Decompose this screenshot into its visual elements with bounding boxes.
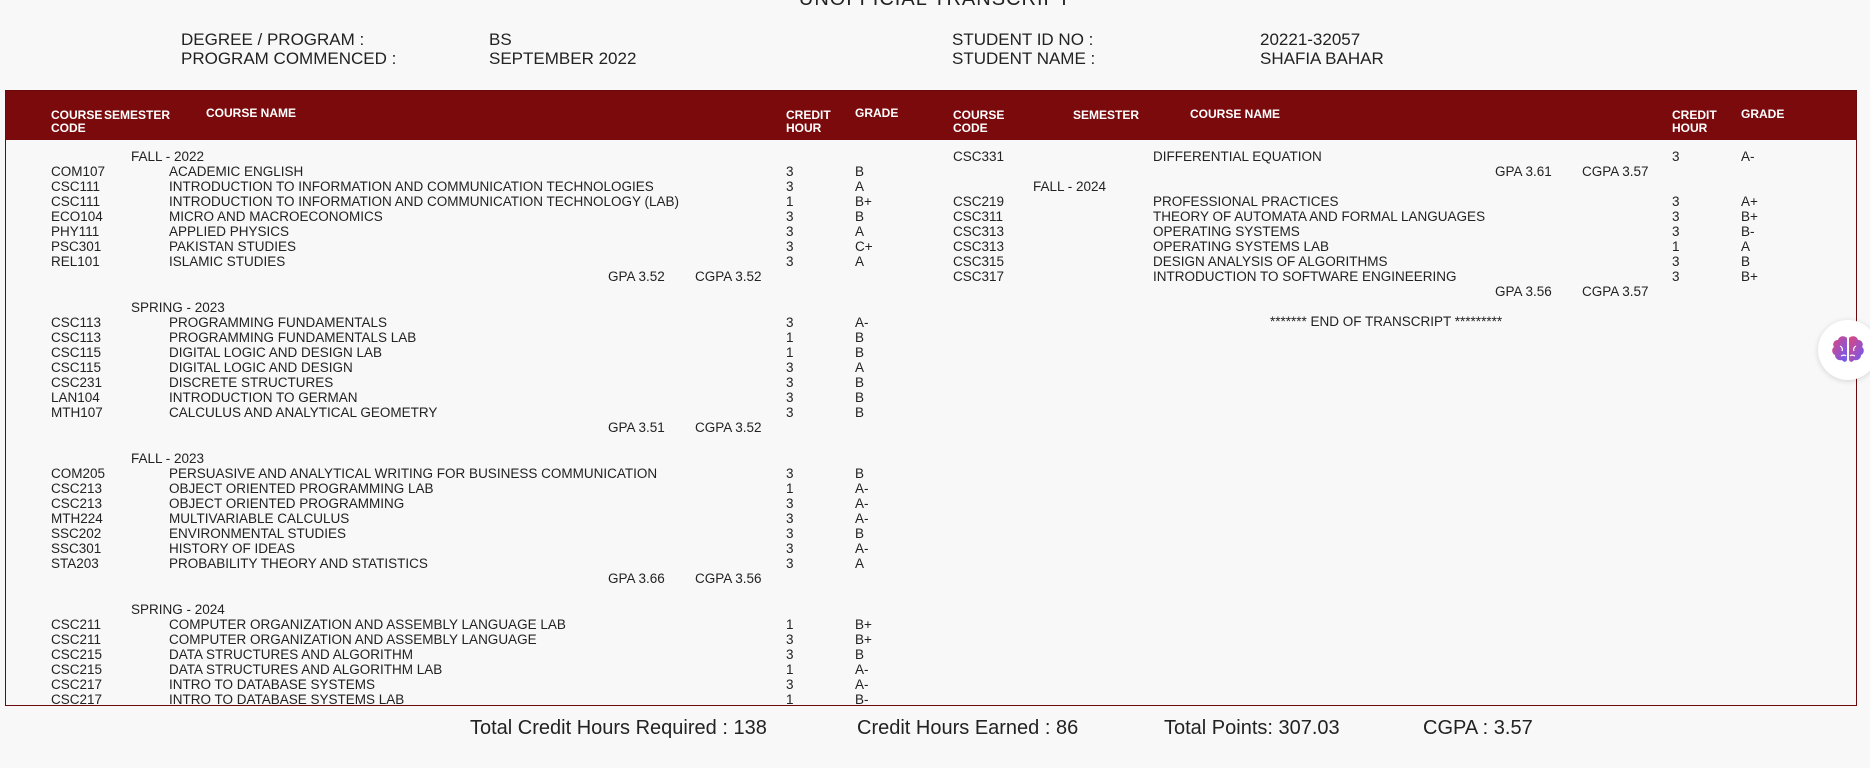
term-gpa-row: GPA 3.56 CGPA 3.57 [908,284,1788,299]
student-id-label: STUDENT ID NO : [952,30,1094,49]
table-row: CSC331 DIFFERENTIAL EQUATION 3 A- [953,149,1755,164]
degree-value: BS [489,30,512,49]
gpa-value: GPA 3.66 [608,571,665,586]
table-row: CSC217 INTRO TO DATABASE SYSTEMS 3 A- [51,677,869,692]
col-semester: SEMESTER [104,108,171,122]
table-row: CSC317 INTRODUCTION TO SOFTWARE ENGINEERI… [953,269,1758,284]
brain-icon [1832,336,1864,362]
table-header-band: COURSE CODE SEMESTER COURSE NAME CREDIT HO… [6,91,1856,140]
student-name-value: SHAFIA BAHAR [1260,49,1384,68]
table-row: COM205 PERSUASIVE AND ANALYTICAL WRITING … [51,466,865,481]
col-credit-hour-right: CREDIT HOUR [1672,108,1717,135]
commenced-value: SEPTEMBER 2022 [489,49,637,68]
degree-label: DEGREE / PROGRAM : [181,30,365,49]
student-id-value: 20221-32057 [1260,30,1361,49]
table-row: PHY111 APPLIED PHYSICS 3 A [51,224,865,239]
gpa-value: GPA 3.52 [608,269,665,284]
overall-cgpa: CGPA : 3.57 [1423,717,1533,739]
col-course-name-right: COURSE NAME [1190,107,1281,121]
table-row: CSC113 PROGRAMMING FUNDAMENTALS 3 A- [51,315,869,330]
table-row: CSC213 OBJECT ORIENTED PROGRAMMING 3 A- [51,496,869,511]
table-row: CSC115 DIGITAL LOGIC AND DESIGN 3 A [51,360,865,375]
col-course-name: COURSE NAME [206,106,297,120]
table-row: CSC219 PROFESSIONAL PRACTICES 3 A+ [953,194,1758,209]
transcript-table: COURSE CODE SEMESTER COURSE NAME CREDIT HO… [5,90,1857,707]
table-row: CSC217 INTRO TO DATABASE SYSTEMS LAB 1 B- [51,692,869,707]
col-course-code-right: COURSE CODE [953,108,1005,135]
table-row: LAN104 INTRODUCTION TO GERMAN 3 B [51,390,865,405]
table-row: STA203 PROBABILITY THEORY AND STATISTICS 3… [51,556,865,571]
table-row: CSC215 DATA STRUCTURES AND ALGORITHM 3 B [51,647,865,662]
table-row: CSC313 OPERATING SYSTEMS 3 B- [953,224,1755,239]
cgpa-value: CGPA 3.52 [695,269,762,284]
credit-hours-earned: Credit Hours Earned : 86 [857,717,1079,739]
table-row: MTH107 CALCULUS AND ANALYTICAL GEOMETRY 3 B [51,405,865,420]
term-heading: FALL - 2022 [131,149,205,164]
col-credit-hour: CREDIT HOUR [786,108,831,135]
table-row: PSC301 PAKISTAN STUDIES 3 C+ [51,239,873,254]
total-points: Total Points: 307.03 [1164,717,1340,739]
table-row: CSC111 INTRODUCTION TO INFORMATION AND CO… [51,179,865,194]
term-heading: SPRING - 2024 [131,602,225,617]
gpa-value: GPA 3.61 [1495,164,1552,179]
left-column: FALL - 2022 COM107 ACADEMIC ENGLISH 3 B CSC… [6,149,886,707]
table-row: MTH224 MULTIVARIABLE CALCULUS 3 A- [51,511,869,526]
table-row: CSC115 DIGITAL LOGIC AND DESIGN LAB 1 B [51,345,865,360]
commenced-label: PROGRAM COMMENCED : [181,49,397,68]
end-of-transcript: ******* END OF TRANSCRIPT ********* [1270,314,1503,329]
table-row: CSC213 OBJECT ORIENTED PROGRAMMING LAB 1 A- [51,481,869,496]
term-gpa-row: GPA 3.52 CGPA 3.52 [6,269,886,284]
col-semester-right: SEMESTER [1073,108,1140,122]
cgpa-value: CGPA 3.56 [695,571,762,586]
term-gpa-row: GPA 3.66 CGPA 3.56 [6,571,886,586]
table-row: CSC313 OPERATING SYSTEMS LAB 1 A [953,239,1751,254]
gpa-value: GPA 3.51 [608,420,665,435]
table-row: ECO104 MICRO AND MACROECONOMICS 3 B [51,209,865,224]
table-row: CSC211 COMPUTER ORGANIZATION AND ASSEMBLY… [51,617,872,632]
table-row: COM107 ACADEMIC ENGLISH 3 B [51,164,865,179]
table-row: CSC113 PROGRAMMING FUNDAMENTALS LAB 1 B [51,330,865,345]
table-row: CSC231 DISCRETE STRUCTURES 3 B [51,375,865,390]
right-column: CSC331 DIFFERENTIAL EQUATION 3 A- GPA 3.61 C… [908,149,1788,329]
term-heading: FALL - 2024 [1033,179,1107,194]
col-grade-right: GRADE [1741,107,1785,121]
term-heading: SPRING - 2023 [131,300,225,315]
cgpa-value: CGPA 3.57 [1582,164,1649,179]
col-course-code: COURSE CODE [51,108,103,135]
table-row: SSC202 ENVIRONMENTAL STUDIES 3 B [51,526,865,541]
gpa-value: GPA 3.56 [1495,284,1552,299]
total-credit-hours-required: Total Credit Hours Required : 138 [470,717,767,739]
table-row: SSC301 HISTORY OF IDEAS 3 A- [51,541,869,556]
cgpa-value: CGPA 3.52 [695,420,762,435]
table-row: CSC315 DESIGN ANALYSIS OF ALGORITHMS 3 B [953,254,1751,269]
col-grade: GRADE [855,106,899,120]
term-heading: FALL - 2023 [131,451,205,466]
table-row: REL101 ISLAMIC STUDIES 3 A [51,254,865,269]
table-row: CSC311 THEORY OF AUTOMATA AND FORMAL LANG… [953,209,1758,224]
table-row: CSC215 DATA STRUCTURES AND ALGORITHM LAB 1… [51,662,869,677]
table-row: CSC211 COMPUTER ORGANIZATION AND ASSEMBLY… [51,632,872,647]
term-gpa-row: GPA 3.51 CGPA 3.52 [6,420,886,435]
term-gpa-row: GPA 3.61 CGPA 3.57 [908,164,1788,179]
table-row: CSC111 INTRODUCTION TO INFORMATION AND CO… [51,194,872,209]
floating-assistant-button[interactable] [1818,320,1870,380]
cgpa-value: CGPA 3.57 [1582,284,1649,299]
student-name-label: STUDENT NAME : [952,49,1096,68]
transcript-title: UNOFFICIAL TRANSCRIPT [0,0,1870,11]
